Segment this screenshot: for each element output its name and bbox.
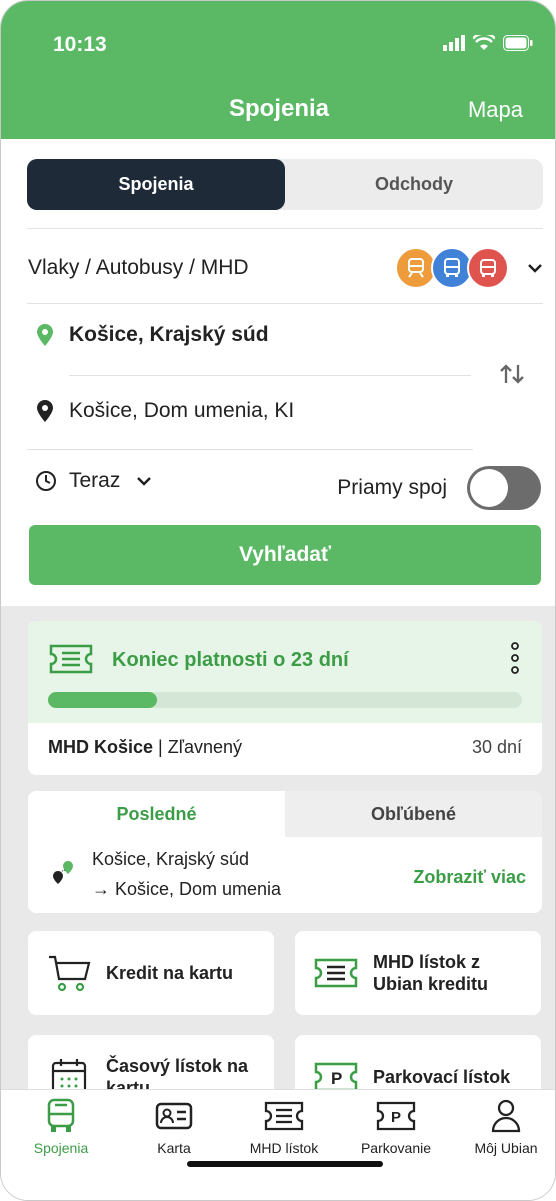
tab-posledne[interactable]: Posledné [28,791,285,837]
swap-arrows-icon [500,364,524,384]
nav-karta[interactable]: Karta [124,1098,224,1156]
transport-type-label: Vlaky / Autobusy / MHD [28,256,249,279]
tile-label: MHD lístok z Ubian kreditu [373,952,489,994]
destination-pin-icon [37,400,53,422]
tile-credit-to-card[interactable]: Kredit na kartu [28,931,274,1015]
transport-badges [395,247,509,289]
user-icon [456,1098,555,1134]
status-time: 10:13 [53,33,107,56]
tram-icon [467,247,509,289]
nav-parkovanie[interactable]: P Parkovanie [346,1098,446,1156]
direct-connection-toggle[interactable] [467,466,541,510]
recent-routes-card: Posledné Obľúbené Košice, Krajský súd → … [28,791,542,913]
active-ticket-card[interactable]: Koniec platnosti o 23 dní MHD Košice | Z… [28,621,542,775]
wifi-icon [473,35,495,50]
chevron-down-icon [137,477,152,486]
nav-label: MHD lístok [249,1140,319,1156]
recent-route-from[interactable]: Košice, Krajský súd [92,849,249,870]
ticket-duration: 30 dní [471,737,522,757]
direct-connection-label: Priamy spoj [337,476,447,499]
nav-label: Spojenia [33,1140,89,1156]
ticket-icon [49,644,93,674]
nav-label: Karta [157,1140,191,1156]
swap-direction-button[interactable] [499,363,525,390]
home-indicator [187,1161,383,1167]
tab-oblubene[interactable]: Obľúbené [285,791,542,837]
svg-text:P: P [391,1109,401,1126]
ticket-expiry-text: Koniec platnosti o 23 dní [112,649,349,671]
phone-screen: 10:13 Spojenia Mapa Spojenia Odchody Vla… [0,0,556,1201]
status-icons [443,35,533,51]
origin-field[interactable]: Košice, Krajský súd [35,323,269,347]
route-icon [53,861,73,884]
origin-pin-icon [37,324,53,346]
bus-icon [11,1098,111,1134]
map-link[interactable]: Mapa [468,97,523,123]
departure-time-selector[interactable]: Teraz [35,469,152,493]
app-header: 10:13 Spojenia Mapa [1,1,555,139]
more-options-icon[interactable] [510,641,520,675]
parking-ticket-icon: P [346,1098,446,1134]
segment-spojenia[interactable]: Spojenia [27,159,285,210]
nav-label: Parkovanie [360,1140,432,1156]
divider [27,303,543,304]
svg-text:P: P [331,1069,342,1088]
recent-route-to[interactable]: → Košice, Dom umenia [92,879,281,900]
toggle-knob [470,469,508,507]
nav-spojenia[interactable]: Spojenia [11,1098,111,1156]
show-more-link[interactable]: Zobraziť viac [413,867,526,888]
ticket-name-rest: | Zľavnený [153,737,242,757]
ticket-name-bold: MHD Košice [48,737,154,757]
ticket-name: MHD Košice | Zľavnený [48,737,242,758]
id-card-icon [124,1098,224,1134]
cart-icon [46,950,92,996]
recent-tabs: Posledné Obľúbené [28,791,542,837]
origin-value: Košice, Krajský súd [69,323,269,346]
ticket-icon [234,1098,334,1134]
transport-type-selector[interactable]: Vlaky / Autobusy / MHD [28,243,543,293]
nav-label: Môj Ubian [474,1140,538,1156]
divider [27,449,473,450]
battery-icon [503,35,533,51]
search-button[interactable]: Vyhľadať [29,525,541,585]
ticket-icon [313,950,359,996]
clock-icon [36,471,56,491]
destination-field[interactable]: Košice, Dom umenia, KI [35,399,294,423]
mode-segmented-control: Spojenia Odchody [27,159,543,210]
bottom-navigation: Spojenia Karta MHD lístok P Parkovanie M… [1,1089,555,1200]
tile-label: Kredit na kartu [106,963,234,983]
tile-mhd-ticket-credit[interactable]: MHD lístok z Ubian kreditu [295,931,541,1015]
tile-label: Parkovací lístok [373,1067,511,1087]
chevron-down-icon [528,264,542,273]
nav-moj-ubian[interactable]: Môj Ubian [456,1098,555,1156]
divider [27,228,543,229]
progress-fill [48,692,158,708]
divider [69,375,471,376]
signal-icon [443,35,465,51]
destination-value: Košice, Dom umenia, KI [69,399,295,422]
segment-odchody[interactable]: Odchody [285,159,543,210]
time-value: Teraz [69,469,121,492]
ticket-validity-progress [48,692,522,708]
nav-mhd-listok[interactable]: MHD lístok [234,1098,334,1156]
